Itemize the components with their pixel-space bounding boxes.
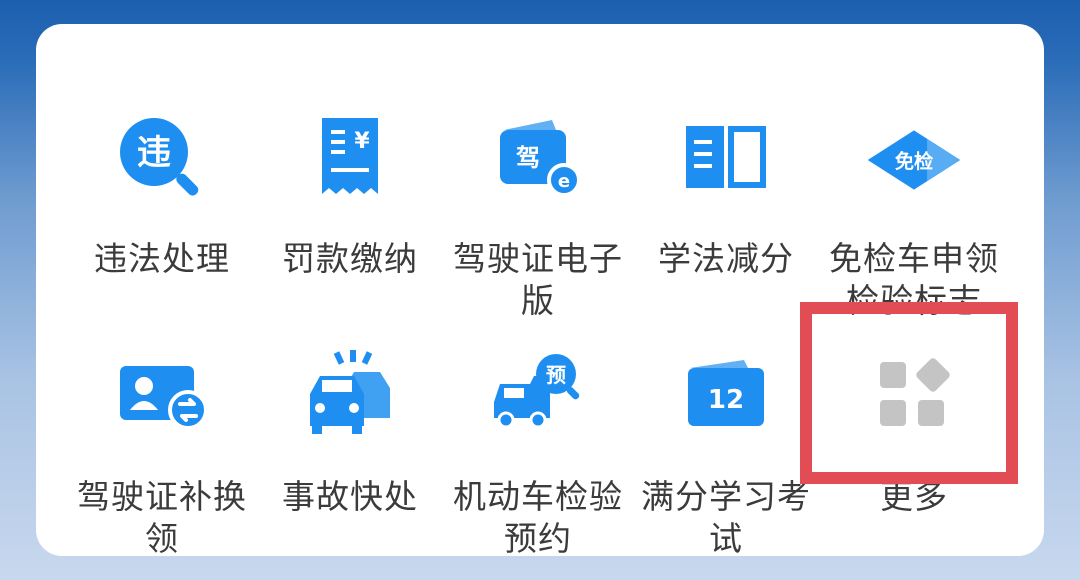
e-license-wallet-icon: 驾 e <box>490 112 586 208</box>
service-vehicle-inspection-booking[interactable]: 预 机动车检验预约 <box>444 310 632 558</box>
service-label: 驾驶证补换领 <box>77 477 247 558</box>
svg-text:驾: 驾 <box>516 144 540 172</box>
service-e-driving-license[interactable]: 驾 e 驾驶证电子版 <box>444 60 632 320</box>
license-exchange-icon <box>114 348 210 444</box>
svg-text:免检: 免检 <box>895 150 934 173</box>
violation-search-icon: 违 <box>114 112 210 208</box>
svg-text:违: 违 <box>137 133 171 173</box>
svg-text:预: 预 <box>546 363 566 387</box>
svg-text:e: e <box>558 171 570 192</box>
service-label: 事故快处 <box>282 477 418 516</box>
service-exemption-inspection-mark[interactable]: 免检 免检车申领检验标志 <box>820 60 1008 320</box>
service-label: 满分学习考试 <box>641 477 811 558</box>
fine-receipt-icon: ¥ <box>302 112 398 208</box>
service-label: 学法减分 <box>658 239 794 278</box>
service-label: 违法处理 <box>94 239 230 278</box>
svg-text:¥: ¥ <box>354 129 370 154</box>
service-violation[interactable]: 违 违法处理 <box>68 60 256 290</box>
service-fine-payment[interactable]: ¥ 罚款缴纳 <box>256 60 444 290</box>
car-accident-icon <box>302 348 398 444</box>
exemption-diamond-icon: 免检 <box>866 112 962 208</box>
service-full-points-study-exam[interactable]: 12 满分学习考试 <box>632 310 820 558</box>
service-label: 机动车检验预约 <box>453 477 623 558</box>
svg-text:12: 12 <box>708 385 744 415</box>
service-accident-quick-handle[interactable]: 事故快处 <box>256 310 444 540</box>
service-label: 罚款缴纳 <box>282 239 418 278</box>
open-book-icon <box>678 112 774 208</box>
more-highlight-box <box>800 302 1018 484</box>
calendar-12-icon: 12 <box>678 348 774 444</box>
service-license-replacement[interactable]: 驾驶证补换领 <box>68 310 256 558</box>
service-study-law-reduce-points[interactable]: 学法减分 <box>632 60 820 290</box>
vehicle-inspection-booking-icon: 预 <box>490 348 586 444</box>
